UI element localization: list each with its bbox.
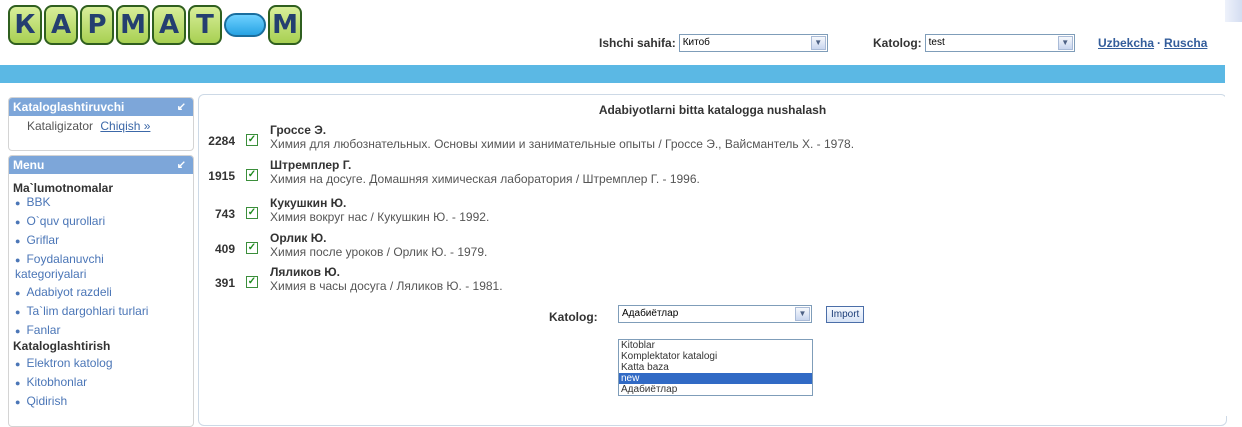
bullet-icon: ● <box>15 198 21 208</box>
bullet-icon: ● <box>15 378 21 388</box>
menu-header: Menu ↙ <box>9 156 193 174</box>
bullet-icon: ● <box>15 326 21 336</box>
book-description: Химия вокруг нас / Кукушкин Ю. - 1992. <box>270 210 490 224</box>
book-checkbox[interactable]: ✓ <box>246 276 258 288</box>
book-count: 1915 <box>208 169 235 183</box>
menu-box: Menu ↙ Ma`lumotnomalar ● BBK ● O`quv qurol… <box>8 155 194 427</box>
bullet-icon: ● <box>15 255 21 265</box>
cataloger-title: Kataloglashtiruvchi <box>13 100 125 114</box>
header-bar <box>0 65 1242 83</box>
dropdown-option[interactable]: Katta baza <box>619 362 812 373</box>
chevron-down-icon: ▼ <box>1057 36 1073 50</box>
book-count: 391 <box>214 276 235 290</box>
collapse-arrow-icon[interactable]: ↙ <box>177 156 186 174</box>
workpage-label: Ishchi sahifa: <box>599 36 676 50</box>
menu-item[interactable]: ● Qidirish <box>13 394 193 409</box>
book-count: 743 <box>214 207 235 221</box>
menu-item[interactable]: ● Foydalanuvchi kategoriyalari <box>13 252 165 281</box>
katalog-label: Katolog: <box>549 310 598 324</box>
book-author: Гроссе Э. <box>270 123 327 137</box>
book-description: Химия для любознательных. Основы химии и… <box>270 137 855 151</box>
logo-letter: К <box>8 5 42 45</box>
menu-item[interactable]: ● Kitobhonlar <box>13 375 193 390</box>
menu-list: Ma`lumotnomalar ● BBK ● O`quv qurollari ● G… <box>9 174 193 409</box>
menu-item[interactable]: ● Adabiyot razdeli <box>13 285 193 300</box>
book-description: Химия на досуге. Домашняя химическая лаб… <box>270 172 700 186</box>
book-checkbox[interactable]: ✓ <box>246 134 258 146</box>
book-author: Штремплер Г. <box>270 158 352 172</box>
import-button[interactable]: Import <box>826 306 865 323</box>
book-description: Химия после уроков / Орлик Ю. - 1979. <box>270 245 488 259</box>
cataloger-box: Kataloglashtiruvchi ↙ Kataligizator Chiq… <box>8 97 194 151</box>
katalog-dropdown-list: Kitoblar Komplektator katalogi Katta baz… <box>618 339 813 396</box>
bullet-icon: ● <box>15 307 21 317</box>
dropdown-option[interactable]: Kitoblar <box>619 340 812 351</box>
catalog-select-value: test <box>928 37 945 48</box>
logo-letter: М <box>116 5 150 45</box>
bullet-icon: ● <box>15 359 21 369</box>
logo-letter: Р <box>80 5 114 45</box>
book-checkbox[interactable]: ✓ <box>246 169 258 181</box>
lang-russian-link[interactable]: Ruscha <box>1164 36 1207 50</box>
logo-dash <box>224 13 266 37</box>
bullet-icon: ● <box>15 217 21 227</box>
chevron-down-icon: ▼ <box>795 307 810 321</box>
book-checkbox[interactable]: ✓ <box>246 207 258 219</box>
menu-item[interactable]: ● Ta`lim dargohlari turlari <box>13 304 193 319</box>
lang-uzbek-link[interactable]: Uzbekcha <box>1098 36 1154 50</box>
menu-item[interactable]: ● Griflar <box>13 233 193 248</box>
bullet-icon: ● <box>15 397 21 407</box>
scrollbar-thumb[interactable] <box>1225 0 1242 22</box>
bullet-icon: ● <box>15 288 21 298</box>
workpage-select-value: Китоб <box>682 37 710 48</box>
cataloger-header: Kataloglashtiruvchi ↙ <box>9 98 193 116</box>
bullet-icon: ● <box>15 236 21 246</box>
dropdown-option[interactable]: Komplektator katalogi <box>619 351 812 362</box>
main-panel: Adabiyotlarni bitta katalogga nushalash … <box>198 94 1227 426</box>
lang-separator: · <box>1157 36 1162 50</box>
page-title: Adabiyotlarni bitta katalogga nushalash <box>598 103 827 117</box>
language-switcher: Uzbekcha · Ruscha <box>1098 32 1207 54</box>
menu-title: Menu <box>13 158 45 172</box>
logo-letter: А <box>152 5 186 45</box>
katalog-select[interactable]: Адабиётлар ▼ <box>618 305 812 323</box>
cataloger-username: Kataligizator <box>27 119 94 133</box>
logout-link[interactable]: Chiqish » <box>100 119 150 133</box>
katalog-select-value: Адабиётлар <box>622 308 679 319</box>
logo-letter: М <box>268 5 302 45</box>
app-logo: К А Р М А Т М <box>8 5 302 51</box>
book-author: Кукушкин Ю. <box>270 196 347 210</box>
book-checkbox[interactable]: ✓ <box>246 242 258 254</box>
menu-item[interactable]: ● BBK <box>13 195 193 210</box>
book-count: 409 <box>214 242 235 256</box>
dropdown-option-selected[interactable]: new <box>619 373 812 384</box>
menu-section-title: Kataloglashtirish <box>13 339 111 353</box>
logo-letter: Т <box>188 5 222 45</box>
menu-item[interactable]: ● Fanlar <box>13 323 193 338</box>
dropdown-option[interactable]: Адабиётлар <box>619 384 812 395</box>
catalog-label: Katolog: <box>873 36 922 50</box>
book-author: Ляликов Ю. <box>270 265 341 279</box>
collapse-arrow-icon[interactable]: ↙ <box>177 98 186 116</box>
logo-letter: А <box>44 5 78 45</box>
book-author: Орлик Ю. <box>270 231 327 245</box>
menu-item[interactable]: ● O`quv qurollari <box>13 214 193 229</box>
catalog-select[interactable]: test ▼ <box>924 34 1075 52</box>
workpage-select[interactable]: Китоб ▼ <box>678 34 828 52</box>
menu-section-title: Ma`lumotnomalar <box>13 181 114 195</box>
menu-item[interactable]: ● Elektron katolog <box>13 356 193 371</box>
book-count: 2284 <box>208 134 235 148</box>
book-description: Химия в часы досуга / Ляликов Ю. - 1981. <box>270 279 503 293</box>
chevron-down-icon: ▼ <box>810 36 826 50</box>
page-scrollbar[interactable] <box>1225 0 1242 416</box>
